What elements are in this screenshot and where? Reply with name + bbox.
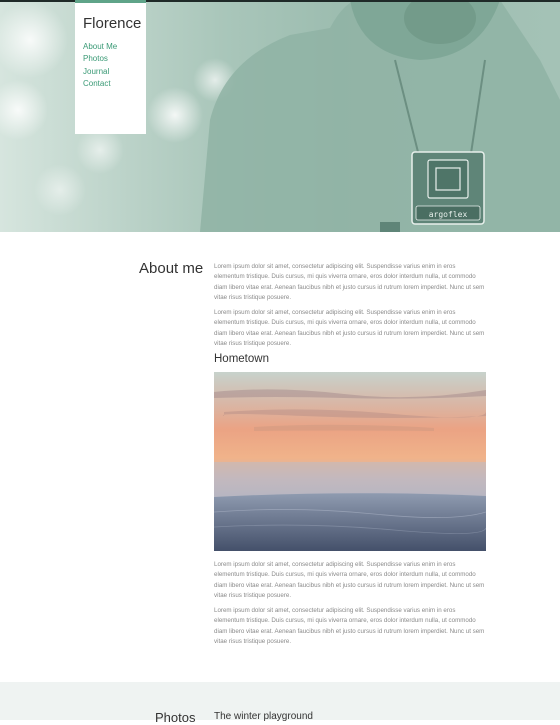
- nav-accent-bar: [75, 0, 146, 3]
- site-brand[interactable]: Florence: [83, 15, 141, 32]
- main-nav: About Me Photos Journal Contact: [83, 41, 117, 90]
- about-paragraph: Lorem ipsum dolor sit amet, consectetur …: [214, 561, 485, 599]
- nav-link-photos[interactable]: Photos: [83, 53, 117, 65]
- nav-link-about-me[interactable]: About Me: [83, 41, 117, 53]
- about-section-title: About me: [139, 260, 204, 277]
- nav-link-journal[interactable]: Journal: [83, 66, 117, 78]
- photos-section-title: Photos: [155, 710, 196, 725]
- nav-link-contact[interactable]: Contact: [83, 78, 117, 90]
- about-paragraph: Lorem ipsum dolor sit amet, consectetur …: [214, 263, 485, 301]
- hometown-title: Hometown: [214, 353, 269, 365]
- about-paragraph: Lorem ipsum dolor sit amet, consectetur …: [214, 607, 485, 645]
- camera-label: argoflex: [429, 210, 468, 219]
- about-paragraph: Lorem ipsum dolor sit amet, consectetur …: [214, 309, 485, 347]
- hometown-photo: [214, 372, 486, 551]
- photos-subtitle: The winter playground: [214, 711, 313, 722]
- site-nav-card: Florence About Me Photos Journal Contact: [75, 0, 146, 134]
